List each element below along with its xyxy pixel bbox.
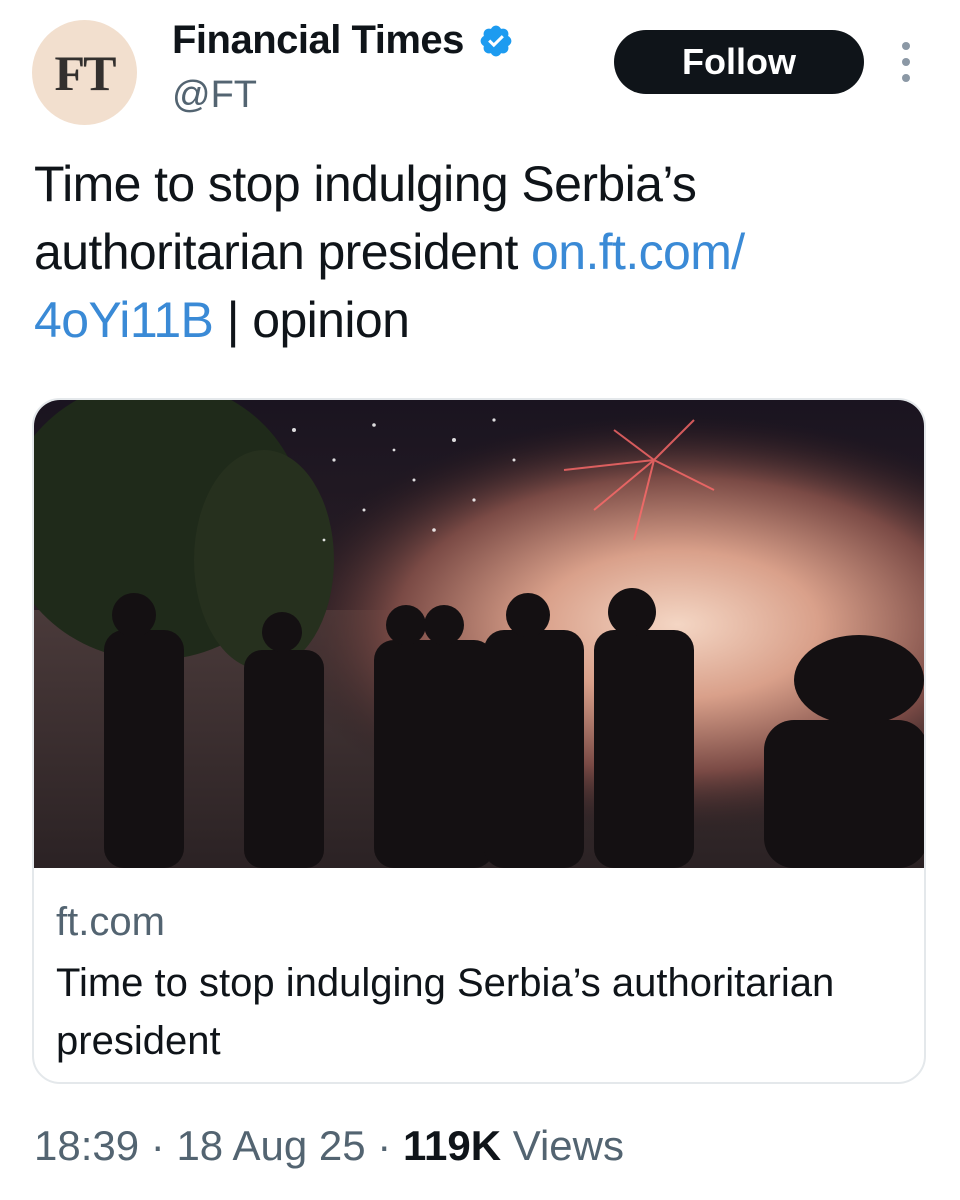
tweet-date[interactable]: 18 Aug 25	[176, 1122, 365, 1169]
follow-button[interactable]: Follow	[614, 30, 864, 94]
meta-separator: ·	[139, 1122, 177, 1169]
tweet-meta: 18:39 · 18 Aug 25 · 119K Views	[34, 1122, 624, 1170]
tweet-text-suffix: | opinion	[213, 292, 410, 348]
author-name[interactable]: Financial Times	[172, 18, 464, 63]
card-image[interactable]	[34, 400, 926, 868]
avatar-logo-text: FT	[54, 44, 117, 101]
card-title: Time to stop indulging Serbia’s authorit…	[56, 961, 835, 1063]
meta-separator-2: ·	[365, 1122, 403, 1169]
card-domain: ft.com	[56, 900, 165, 944]
views-count: 119K	[402, 1122, 502, 1169]
views-label: Views	[501, 1122, 624, 1169]
verified-badge-icon	[480, 25, 512, 56]
tweet-time[interactable]: 18:39	[34, 1122, 139, 1169]
tweet-text: Time to stop indulging Serbia’s authorit…	[34, 150, 914, 354]
author-handle[interactable]: @FT	[172, 74, 257, 117]
link-preview-card[interactable]: ft.com Time to stop indulging Serbia’s a…	[32, 398, 926, 1084]
tweet: FT Financial Times @FT Follow Time to st…	[0, 0, 960, 1200]
author-name-row: Financial Times	[172, 18, 514, 63]
avatar[interactable]: FT	[32, 20, 137, 125]
more-options-icon[interactable]	[894, 42, 918, 82]
